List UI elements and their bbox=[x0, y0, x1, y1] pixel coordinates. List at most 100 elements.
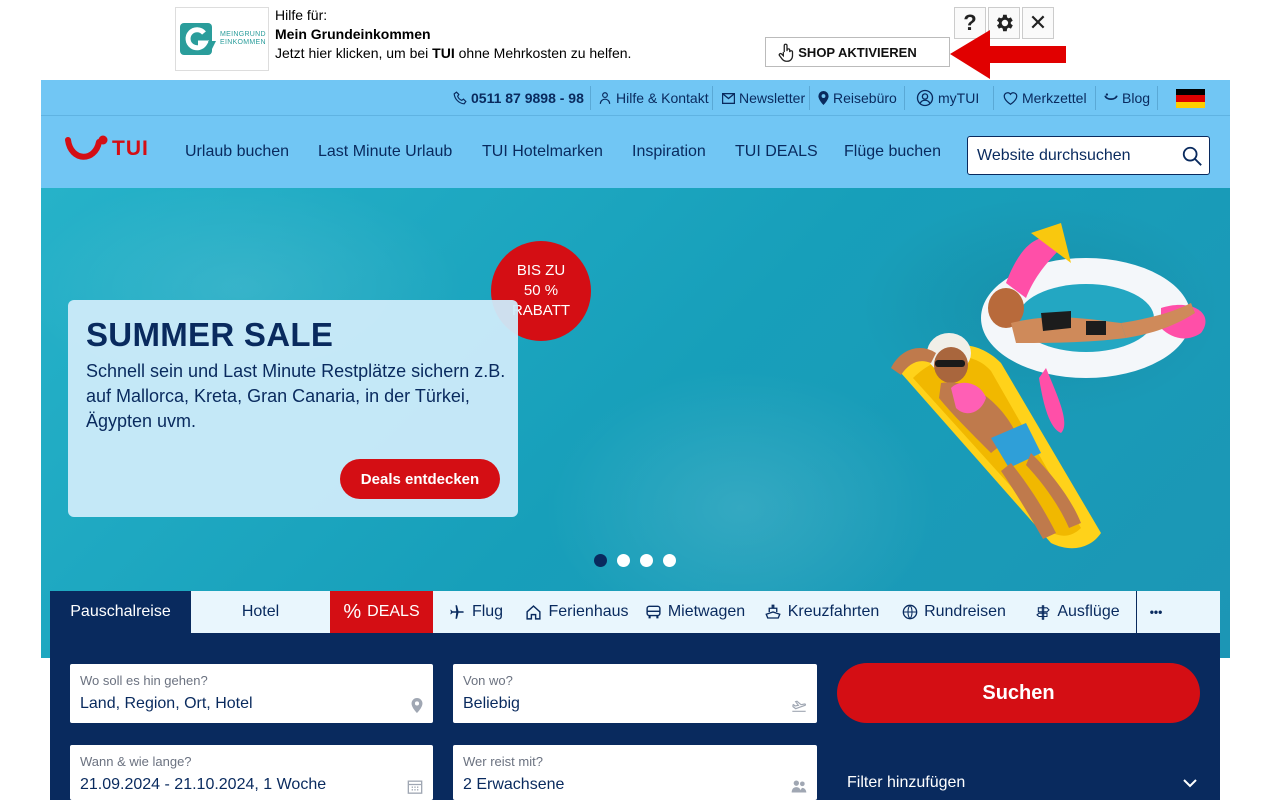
carousel-dot-4[interactable] bbox=[663, 554, 676, 567]
phone-icon bbox=[453, 91, 467, 105]
origin-label: Von wo? bbox=[463, 673, 513, 688]
travel-agency-link[interactable]: Reisebüro bbox=[818, 80, 897, 116]
page: MEINGRUND EINKOMMEN Hilfe für: Mein Grun… bbox=[0, 0, 1280, 800]
travellers-field[interactable]: Wer reist mit? 2 Erwachsene bbox=[453, 745, 817, 800]
nav-inspiration[interactable]: Inspiration bbox=[632, 116, 706, 188]
tab-flug-label: Flug bbox=[471, 603, 504, 620]
phone-link[interactable]: 0511 87 9898 - 98 bbox=[453, 80, 584, 116]
nav-urlaub-buchen[interactable]: Urlaub buchen bbox=[185, 116, 289, 188]
envelope-icon bbox=[722, 92, 735, 104]
tui-wordmark: TUI bbox=[112, 137, 149, 160]
tab-hotel-label: Hotel bbox=[241, 603, 280, 620]
tui-logo[interactable]: TUI bbox=[65, 134, 149, 164]
carousel-dot-1[interactable] bbox=[594, 554, 607, 567]
site-search-input[interactable]: Website durchsuchen bbox=[967, 136, 1210, 175]
add-filter-label: Filter hinzufügen bbox=[847, 774, 966, 791]
origin-value: Beliebig bbox=[463, 695, 520, 712]
airplane-icon bbox=[450, 605, 464, 619]
mytui-link[interactable]: myTUI bbox=[916, 80, 979, 116]
badge-line-1: BIS ZU bbox=[516, 262, 566, 279]
extension-help-for: Hilfe für: bbox=[275, 7, 328, 23]
divider bbox=[1095, 86, 1096, 110]
carousel-dot-3[interactable] bbox=[640, 554, 653, 567]
people-icon bbox=[791, 780, 807, 793]
dates-value: 21.09.2024 - 21.10.2024, 1 Woche bbox=[80, 776, 327, 793]
phone-number: 0511 87 9898 - 98 bbox=[471, 90, 584, 106]
carousel-dot-2[interactable] bbox=[617, 554, 630, 567]
badge-line-2: 50 % bbox=[523, 282, 559, 299]
tab-rundreisen[interactable]: Rundreisen bbox=[889, 591, 1019, 633]
travel-type-tabs: Pauschalreise Hotel % DEALS Flug Ferienh… bbox=[50, 591, 1220, 633]
wishlist-label: Merkzettel bbox=[1022, 90, 1087, 106]
tab-deals-label: DEALS bbox=[367, 603, 420, 620]
ship-icon bbox=[765, 604, 781, 619]
divider bbox=[993, 86, 994, 110]
heart-icon bbox=[1003, 92, 1018, 105]
tab-ferienhaus-label: Ferienhaus bbox=[548, 603, 629, 620]
tab-hotel[interactable]: Hotel bbox=[191, 591, 330, 633]
blog-label: Blog bbox=[1122, 90, 1151, 106]
promo-card: SUMMER SALE Schnell sein und Last Minute… bbox=[68, 300, 518, 517]
shop-activate-button[interactable]: SHOP AKTIVIEREN bbox=[765, 37, 950, 67]
tab-kreuzfahrten[interactable]: Kreuzfahrten bbox=[754, 591, 889, 633]
location-pin-icon bbox=[411, 698, 423, 713]
pool-float-photo bbox=[891, 223, 1206, 549]
meta-navigation: 0511 87 9898 - 98 Hilfe & Kontakt Newsle… bbox=[41, 80, 1230, 116]
tab-more[interactable]: ••• bbox=[1136, 591, 1175, 633]
more-icon: ••• bbox=[1149, 605, 1163, 619]
blog-link[interactable]: Blog bbox=[1104, 80, 1150, 116]
travellers-value: 2 Erwachsene bbox=[463, 776, 565, 793]
divider bbox=[904, 86, 905, 110]
deals-entdecken-button[interactable]: Deals entdecken bbox=[340, 459, 500, 499]
tab-deals[interactable]: % DEALS bbox=[330, 591, 433, 633]
person-icon bbox=[599, 92, 611, 104]
hero-banner[interactable]: BIS ZU 50 % RABATT SUMMER SALE Schnell s… bbox=[41, 188, 1230, 658]
wishlist-link[interactable]: Merkzettel bbox=[1003, 80, 1087, 116]
promo-text: Schnell sein und Last Minute Restplätze … bbox=[86, 361, 506, 431]
percent-icon: % bbox=[343, 600, 362, 623]
tui-smile-logo-icon bbox=[65, 135, 108, 160]
chevron-down-icon bbox=[1183, 778, 1197, 787]
car-icon bbox=[646, 605, 661, 619]
tab-pauschalreise[interactable]: Pauschalreise bbox=[50, 591, 191, 633]
help-contact-label: Hilfe & Kontakt bbox=[616, 90, 709, 106]
german-flag-icon[interactable] bbox=[1176, 89, 1205, 108]
tab-pauschalreise-label: Pauschalreise bbox=[70, 603, 171, 620]
tab-mietwagen[interactable]: Mietwagen bbox=[636, 591, 754, 633]
destination-field[interactable]: Wo soll es hin gehen? Land, Region, Ort,… bbox=[70, 664, 433, 723]
promo-title: SUMMER SALE bbox=[86, 316, 334, 353]
origin-field[interactable]: Von wo? Beliebig bbox=[453, 664, 817, 723]
nav-tui-deals[interactable]: TUI DEALS bbox=[735, 116, 818, 188]
shop-activate-label: SHOP AKTIVIEREN bbox=[798, 44, 917, 60]
divider bbox=[809, 86, 810, 110]
account-icon bbox=[916, 89, 934, 107]
tab-rundreisen-label: Rundreisen bbox=[924, 603, 1006, 620]
help-contact-link[interactable]: Hilfe & Kontakt bbox=[598, 80, 709, 116]
extension-org-name: Mein Grundeinkommen bbox=[275, 26, 431, 42]
nav-hotelmarken[interactable]: TUI Hotelmarken bbox=[482, 116, 603, 188]
extension-logo-text: MEINGRUND EINKOMMEN bbox=[220, 31, 266, 46]
badge-line-3: RABATT bbox=[511, 302, 571, 319]
dates-field[interactable]: Wann & wie lange? 21.09.2024 - 21.10.202… bbox=[70, 745, 433, 800]
tab-flug[interactable]: Flug bbox=[433, 591, 518, 633]
tab-ausfluege-label: Ausflüge bbox=[1057, 603, 1120, 620]
signpost-icon bbox=[1036, 604, 1051, 620]
extension-message[interactable]: Hilfe für: Mein Grundeinkommen Jetzt hie… bbox=[275, 6, 631, 63]
search-submit-button[interactable]: Suchen bbox=[837, 663, 1200, 723]
nav-last-minute[interactable]: Last Minute Urlaub bbox=[318, 116, 452, 188]
tab-ferienhaus[interactable]: Ferienhaus bbox=[518, 591, 636, 633]
tab-mietwagen-label: Mietwagen bbox=[667, 603, 746, 620]
destination-label: Wo soll es hin gehen? bbox=[80, 673, 208, 688]
divider bbox=[1157, 86, 1158, 110]
add-filter-toggle[interactable]: Filter hinzufügen bbox=[847, 774, 1197, 792]
extension-logo: MEINGRUND EINKOMMEN bbox=[175, 7, 269, 71]
tab-kreuzfahrten-label: Kreuzfahrten bbox=[787, 603, 880, 620]
location-pin-icon bbox=[818, 91, 829, 105]
house-icon bbox=[526, 604, 542, 620]
nav-fluege-buchen[interactable]: Flüge buchen bbox=[844, 116, 941, 188]
search-panel: Wo soll es hin gehen? Land, Region, Ort,… bbox=[50, 633, 1220, 800]
newsletter-link[interactable]: Newsletter bbox=[722, 80, 805, 116]
search-icon[interactable] bbox=[1181, 145, 1203, 167]
tab-ausfluege[interactable]: Ausflüge bbox=[1019, 591, 1136, 633]
newsletter-label: Newsletter bbox=[739, 90, 806, 106]
